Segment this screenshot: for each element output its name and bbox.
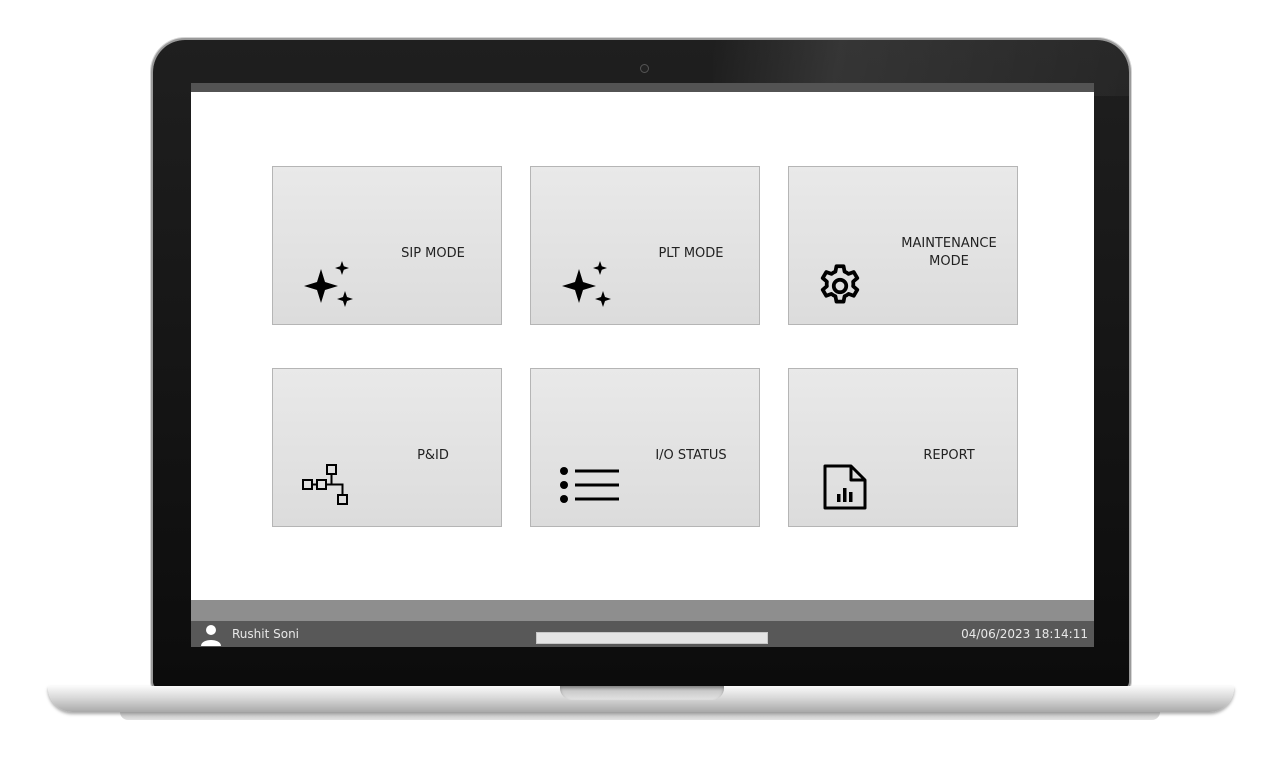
pid-button[interactable]: P&ID <box>272 368 502 527</box>
tile-label: SIP MODE <box>401 246 465 261</box>
webcam <box>640 64 649 73</box>
progress-fill <box>537 633 767 643</box>
maintenance-mode-button[interactable]: MAINTENANCE MODE <box>788 166 1018 325</box>
tile-label: PLT MODE <box>658 246 724 261</box>
tile-label: I/O STATUS <box>655 448 727 463</box>
report-button[interactable]: REPORT <box>788 368 1018 527</box>
user-name: Rushit Soni <box>232 627 300 641</box>
user-icon <box>201 625 221 646</box>
header-bar <box>191 83 1094 92</box>
gear-icon <box>820 264 860 304</box>
status-bar: Rushit Soni 04/06/2023 18:14:11 <box>191 621 1094 647</box>
flow-diagram-icon <box>302 464 348 505</box>
report-chart-icon <box>823 464 867 510</box>
footer-strip <box>191 600 1094 621</box>
sparkle-icon <box>304 261 353 307</box>
list-icon <box>560 467 619 503</box>
io-status-button[interactable]: I/O STATUS <box>530 368 760 527</box>
plt-mode-button[interactable]: PLT MODE <box>530 166 760 325</box>
sip-mode-button[interactable]: SIP MODE <box>272 166 502 325</box>
tile-label: MAINTENANCE MODE <box>901 236 997 269</box>
laptop-opening-notch <box>560 686 724 700</box>
hmi-screen: SIP MODE PLT MODE MAINTENANCE MODE P&ID … <box>191 83 1094 647</box>
progress-bar <box>536 632 768 644</box>
datetime: 04/06/2023 18:14:11 <box>961 627 1088 641</box>
sparkle-icon <box>562 261 611 307</box>
tile-label: P&ID <box>417 448 449 463</box>
tile-label: REPORT <box>923 448 975 463</box>
laptop-base-shadow <box>120 712 1160 720</box>
